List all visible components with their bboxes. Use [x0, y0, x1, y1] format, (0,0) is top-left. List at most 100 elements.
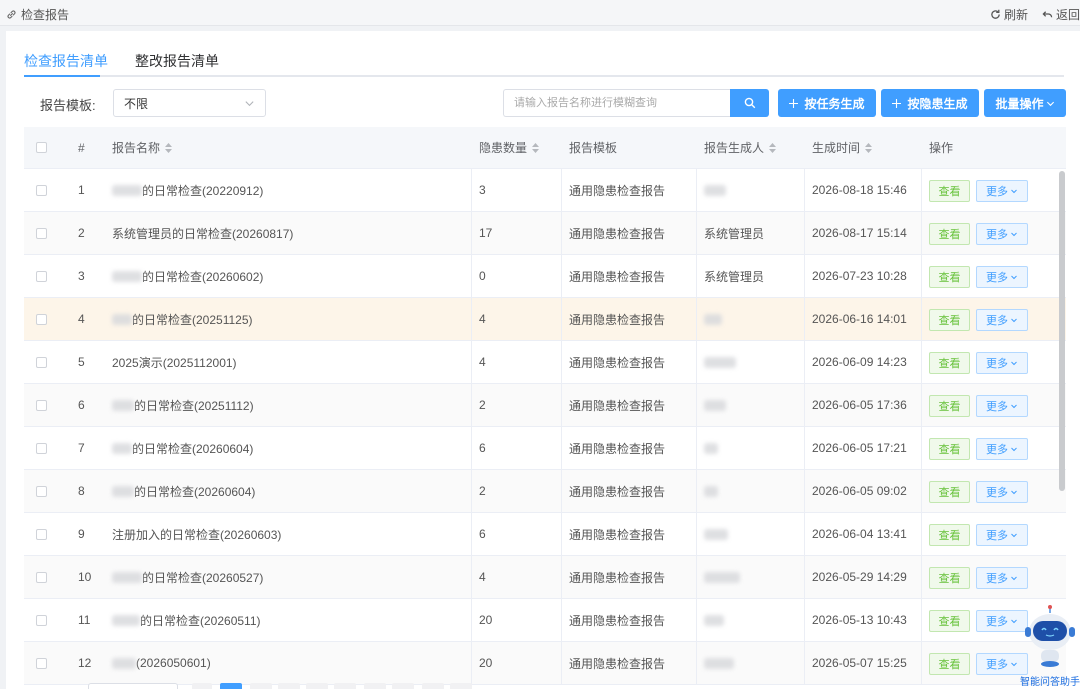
sort-icon[interactable]: [165, 142, 173, 153]
row-checkbox[interactable]: [36, 298, 47, 340]
more-button[interactable]: 更多: [976, 352, 1028, 374]
more-button[interactable]: 更多: [976, 524, 1028, 546]
table-row[interactable]: 1 的日常检查(20220912) 3 通用隐患检查报告 2026-08-18 15:4…: [24, 169, 1066, 212]
page-size-select[interactable]: [88, 683, 178, 689]
view-button[interactable]: 查看: [929, 481, 970, 503]
row-index: 6: [78, 398, 85, 412]
page-button[interactable]: [422, 683, 444, 689]
row-checkbox[interactable]: [36, 169, 47, 211]
header-name[interactable]: 报告名称: [112, 127, 173, 168]
search-button[interactable]: [730, 89, 769, 117]
header-hazard-count[interactable]: 隐患数量: [479, 127, 540, 168]
refresh-icon: [991, 9, 1000, 19]
more-label: 更多: [986, 401, 1008, 413]
select-all-checkbox[interactable]: [36, 127, 47, 168]
view-button[interactable]: 查看: [929, 395, 970, 417]
row-report-name-text: (2026050601): [136, 656, 211, 670]
more-button[interactable]: 更多: [976, 309, 1028, 331]
back-label: 返回: [1055, 8, 1080, 22]
main-card: 检查报告清单 整改报告清单 报告模板: 不限 按任务生成 按隐患生成 批量操作 …: [6, 31, 1080, 689]
row-checkbox[interactable]: [36, 212, 47, 254]
table-row[interactable]: 7 的日常检查(20260604) 6 通用隐患检查报告 2026-06-05 17:2…: [24, 427, 1066, 470]
back-button[interactable]: 返回: [1042, 6, 1080, 23]
view-button[interactable]: 查看: [929, 438, 970, 460]
chevron-down-icon: [1010, 273, 1018, 281]
redacted-text: [704, 571, 740, 583]
generate-by-task-button[interactable]: 按任务生成: [778, 89, 876, 117]
generate-by-hazard-button[interactable]: 按隐患生成: [881, 89, 979, 117]
batch-operations-button[interactable]: 批量操作: [984, 89, 1066, 117]
view-button[interactable]: 查看: [929, 610, 970, 632]
row-checkbox[interactable]: [36, 642, 47, 684]
page-button[interactable]: [306, 683, 328, 689]
row-report-name-text: 2025演示(2025112001): [112, 355, 237, 370]
more-label: 更多: [986, 659, 1008, 671]
row-template: 通用隐患检查报告: [569, 312, 666, 327]
row-index: 8: [78, 484, 85, 498]
more-button[interactable]: 更多: [976, 395, 1028, 417]
more-button[interactable]: 更多: [976, 223, 1028, 245]
row-checkbox[interactable]: [36, 427, 47, 469]
template-select[interactable]: 不限: [113, 89, 266, 117]
table-row[interactable]: 10 的日常检查(20260527) 4 通用隐患检查报告 2026-05-29 14:…: [24, 556, 1066, 599]
more-button[interactable]: 更多: [976, 180, 1028, 202]
view-button[interactable]: 查看: [929, 180, 970, 202]
row-hazard-count: 0: [479, 269, 486, 283]
view-button[interactable]: 查看: [929, 524, 970, 546]
header-name-label: 报告名称: [112, 141, 161, 155]
more-button[interactable]: 更多: [976, 481, 1028, 503]
view-button[interactable]: 查看: [929, 266, 970, 288]
sort-icon[interactable]: [769, 142, 777, 153]
table-header: # 报告名称 隐患数量 报告模板 报告生成人 生成时间 操作: [24, 127, 1066, 169]
table-row[interactable]: 4 的日常检查(20251125) 4 通用隐患检查报告 2026-06-16 14:0…: [24, 298, 1066, 341]
view-button[interactable]: 查看: [929, 352, 970, 374]
row-checkbox[interactable]: [36, 513, 47, 555]
page-button[interactable]: [334, 683, 356, 689]
refresh-button[interactable]: 刷新: [990, 6, 1028, 23]
page-button[interactable]: [364, 683, 386, 689]
row-checkbox[interactable]: [36, 470, 47, 512]
row-template: 通用隐患检查报告: [569, 656, 666, 671]
redacted-text: [112, 313, 132, 325]
table-row[interactable]: 12 (2026050601) 20 通用隐患检查报告 2026-05-07 15:25…: [24, 642, 1066, 685]
table-row[interactable]: 5 2025演示(2025112001) 4 通用隐患检查报告 2026-06-09 1…: [24, 341, 1066, 384]
view-button[interactable]: 查看: [929, 653, 970, 675]
table-row[interactable]: 11 的日常检查(20260511) 20 通用隐患检查报告 2026-05-13 10…: [24, 599, 1066, 642]
row-checkbox[interactable]: [36, 599, 47, 641]
sort-icon[interactable]: [532, 142, 540, 153]
row-checkbox[interactable]: [36, 384, 47, 426]
row-hazard-count: 6: [479, 441, 486, 455]
table-row[interactable]: 6 的日常检查(20251112) 2 通用隐患检查报告 2026-06-05 17:3…: [24, 384, 1066, 427]
row-checkbox[interactable]: [36, 255, 47, 297]
table-scrollbar[interactable]: [1059, 171, 1065, 491]
search-input[interactable]: [503, 89, 730, 117]
table-row[interactable]: 2 系统管理员的日常检查(20260817) 17 通用隐患检查报告 系统管理员 2026…: [24, 212, 1066, 255]
page-button[interactable]: [392, 683, 414, 689]
more-button[interactable]: 更多: [976, 567, 1028, 589]
page-button[interactable]: [250, 683, 272, 689]
row-template: 通用隐患检查报告: [569, 355, 666, 370]
header-time[interactable]: 生成时间: [812, 127, 873, 168]
tab-inspection-reports[interactable]: 检查报告清单: [24, 51, 108, 71]
report-table: # 报告名称 隐患数量 报告模板 报告生成人 生成时间 操作 1 的日常检查(2…: [24, 127, 1066, 689]
prev-page-button[interactable]: [192, 683, 212, 689]
page-1-button[interactable]: [220, 683, 242, 689]
table-row[interactable]: 3 的日常检查(20260602) 0 通用隐患检查报告 系统管理员 2026-07-23…: [24, 255, 1066, 298]
row-time: 2026-06-16 14:01: [812, 312, 907, 326]
row-checkbox[interactable]: [36, 341, 47, 383]
view-button[interactable]: 查看: [929, 223, 970, 245]
sort-icon[interactable]: [865, 142, 873, 153]
more-label: 更多: [986, 272, 1008, 284]
table-row[interactable]: 9 注册加入的日常检查(20260603) 6 通用隐患检查报告 2026-06-04 …: [24, 513, 1066, 556]
view-button[interactable]: 查看: [929, 309, 970, 331]
view-button[interactable]: 查看: [929, 567, 970, 589]
tab-rectification-reports[interactable]: 整改报告清单: [135, 51, 219, 71]
next-page-button[interactable]: [450, 683, 472, 689]
header-creator[interactable]: 报告生成人: [704, 127, 777, 168]
row-checkbox[interactable]: [36, 556, 47, 598]
more-button[interactable]: 更多: [976, 266, 1028, 288]
more-label: 更多: [986, 186, 1008, 198]
table-row[interactable]: 8 的日常检查(20260604) 2 通用隐患检查报告 2026-06-05 09:0…: [24, 470, 1066, 513]
page-button[interactable]: [278, 683, 300, 689]
more-button[interactable]: 更多: [976, 438, 1028, 460]
